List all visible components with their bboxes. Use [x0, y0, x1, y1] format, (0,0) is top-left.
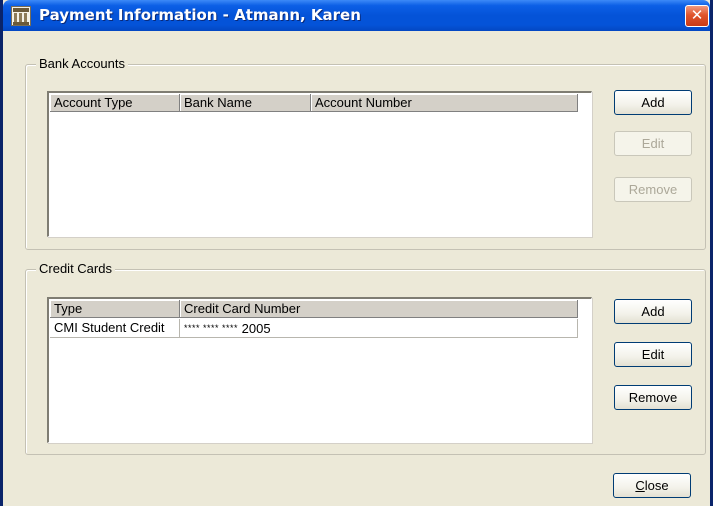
window-title: Payment Information - Atmann, Karen [39, 6, 361, 24]
bank-accounts-list[interactable]: Account Type Bank Name Account Number [47, 91, 592, 237]
payment-information-window: Payment Information - Atmann, Karen ✕ Ba… [0, 0, 713, 506]
bank-remove-button[interactable]: Remove [614, 177, 692, 202]
bank-accounts-group: Bank Accounts Account Type Bank Name Acc… [25, 56, 706, 250]
column-bank-name[interactable]: Bank Name [180, 94, 311, 111]
column-account-number[interactable]: Account Number [311, 94, 578, 111]
bank-accounts-legend: Bank Accounts [36, 56, 128, 72]
credit-cards-list[interactable]: Type Credit Card Number CMI Student Cred… [47, 297, 592, 443]
building-icon [11, 6, 31, 26]
card-number-last4: 2005 [241, 321, 271, 336]
card-add-button[interactable]: Add [614, 299, 692, 324]
credit-cards-header: Type Credit Card Number [50, 300, 578, 318]
bank-edit-button[interactable]: Edit [614, 131, 692, 156]
credit-cards-group: Credit Cards Type Credit Card Number CMI… [25, 261, 706, 455]
credit-cards-legend: Credit Cards [36, 261, 115, 277]
close-button-mnemonic: C [635, 478, 645, 493]
cell-card-number: **** **** **** 2005 [180, 319, 578, 337]
close-icon[interactable]: ✕ [685, 5, 709, 27]
column-type[interactable]: Type [50, 300, 180, 317]
card-edit-button[interactable]: Edit [614, 342, 692, 367]
title-bar[interactable]: Payment Information - Atmann, Karen ✕ [3, 0, 710, 31]
close-button-label: lose [644, 478, 669, 493]
card-number-mask: **** **** **** [184, 323, 239, 333]
card-remove-button[interactable]: Remove [614, 385, 692, 410]
column-account-type[interactable]: Account Type [50, 94, 180, 111]
bank-add-button[interactable]: Add [614, 90, 692, 115]
close-button[interactable]: Close [613, 473, 691, 498]
table-row[interactable]: CMI Student Credit **** **** **** 2005 [50, 319, 578, 338]
bank-accounts-header: Account Type Bank Name Account Number [50, 94, 578, 112]
cell-card-type: CMI Student Credit [50, 319, 180, 337]
column-credit-card-number[interactable]: Credit Card Number [180, 300, 578, 317]
